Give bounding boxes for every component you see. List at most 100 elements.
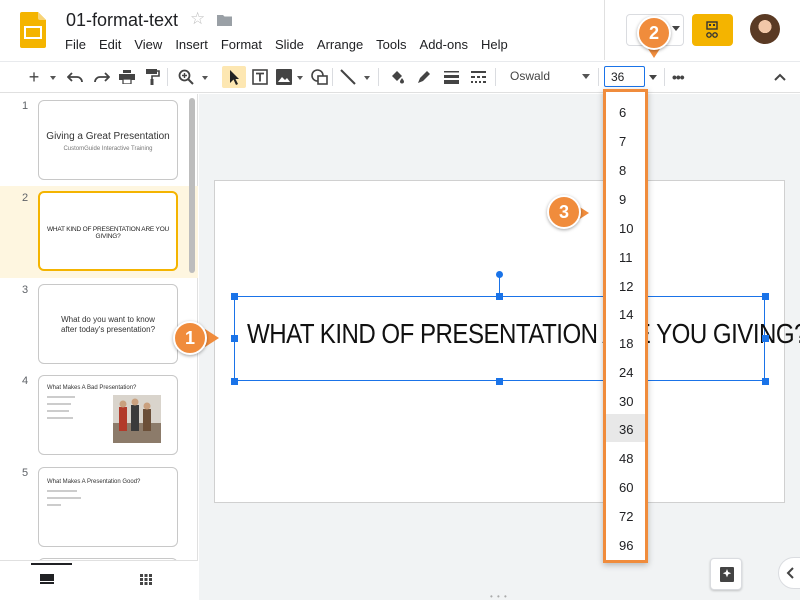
fill-color-icon[interactable] xyxy=(389,66,405,88)
slide-thumbnail-1[interactable]: Giving a Great Presentation CustomGuide … xyxy=(38,100,178,180)
thumbnail-bullet-line xyxy=(47,417,73,419)
text-box-icon[interactable] xyxy=(252,66,268,88)
slide-thumbnail-4[interactable]: What Makes A Bad Presentation? xyxy=(38,375,178,455)
image-dropdown-icon[interactable] xyxy=(297,76,303,80)
font-size-dropdown-icon[interactable] xyxy=(649,75,657,80)
toolbar-separator xyxy=(598,68,599,86)
slide-number: 4 xyxy=(22,375,29,387)
collapse-icon[interactable] xyxy=(774,67,786,87)
redo-icon[interactable] xyxy=(94,66,110,88)
font-size-option[interactable]: 8 xyxy=(606,155,645,183)
resize-handle-w[interactable] xyxy=(231,335,238,342)
thumbnail-bullet-line xyxy=(47,504,61,506)
menu-slide[interactable]: Slide xyxy=(275,37,304,52)
explore-button[interactable] xyxy=(710,558,742,590)
border-color-icon[interactable] xyxy=(417,66,431,88)
filmstrip-view-bar xyxy=(0,560,198,600)
slide-title-text[interactable]: WHAT KIND OF PRESENTATION ARE YOU GIVING… xyxy=(247,318,800,350)
select-icon[interactable] xyxy=(222,66,246,88)
chevron-left-icon xyxy=(786,567,794,579)
add-icon[interactable]: + xyxy=(26,66,42,88)
slide-thumbnail-3[interactable]: What do you want to know after today's p… xyxy=(38,284,178,364)
menu-add-ons[interactable]: Add-ons xyxy=(420,37,468,52)
resize-handle-se[interactable] xyxy=(762,378,769,385)
slide-number: 3 xyxy=(22,284,29,296)
resize-handle-n[interactable] xyxy=(496,293,503,300)
slides-logo-icon[interactable] xyxy=(20,12,46,48)
font-size-input[interactable]: 36 xyxy=(604,66,645,87)
thumbnail-title: WHAT KIND OF PRESENTATION ARE YOU GIVING… xyxy=(46,226,170,240)
slide-thumbnail-2[interactable]: WHAT KIND OF PRESENTATION ARE YOU GIVING… xyxy=(38,191,178,271)
share-icon xyxy=(706,21,718,38)
line-icon[interactable] xyxy=(340,66,356,88)
filmstrip-scrollbar[interactable] xyxy=(189,98,195,273)
menu-edit[interactable]: Edit xyxy=(99,37,121,52)
add-dropdown-icon[interactable] xyxy=(50,76,56,80)
font-size-option[interactable]: 14 xyxy=(606,299,645,327)
menu-insert[interactable]: Insert xyxy=(175,37,208,52)
resize-handle-s[interactable] xyxy=(496,378,503,385)
font-size-option[interactable]: 9 xyxy=(606,184,645,212)
font-size-option[interactable]: 6 xyxy=(606,97,645,125)
undo-icon[interactable] xyxy=(67,66,83,88)
font-dropdown-icon[interactable] xyxy=(582,74,590,79)
callout-badge-2: 2 xyxy=(637,16,671,50)
font-size-option[interactable]: 18 xyxy=(606,328,645,356)
menu-tools[interactable]: Tools xyxy=(376,37,406,52)
font-size-option[interactable]: 11 xyxy=(606,242,645,270)
font-family-select[interactable]: Oswald xyxy=(508,66,594,88)
shape-icon[interactable] xyxy=(311,66,329,88)
thumbnail-bullet-line xyxy=(47,490,77,492)
font-size-option[interactable]: 60 xyxy=(606,472,645,500)
resize-handle-e[interactable] xyxy=(762,335,769,342)
font-size-option[interactable]: 96 xyxy=(606,530,645,558)
menu-view[interactable]: View xyxy=(134,37,162,52)
print-icon[interactable] xyxy=(119,66,135,88)
user-avatar[interactable] xyxy=(750,14,780,44)
callout-badge-1: 1 xyxy=(173,321,207,355)
menu-arrange[interactable]: Arrange xyxy=(317,37,363,52)
menu-file[interactable]: File xyxy=(65,37,86,52)
filmstrip-view-icon[interactable] xyxy=(40,574,54,584)
image-icon[interactable] xyxy=(276,66,292,88)
paint-format-icon[interactable] xyxy=(146,66,160,88)
font-size-option[interactable]: 7 xyxy=(606,126,645,154)
font-size-dropdown: 6 7 8 9 10 11 12 14 18 24 30 36 48 60 72… xyxy=(603,89,648,563)
font-size-option[interactable]: 72 xyxy=(606,501,645,529)
star-icon[interactable]: ☆ xyxy=(190,9,205,29)
line-dropdown-icon[interactable] xyxy=(364,76,370,80)
menu-format[interactable]: Format xyxy=(221,37,262,52)
font-size-option[interactable]: 48 xyxy=(606,443,645,471)
document-title[interactable]: 01-format-text xyxy=(66,10,178,31)
resize-handle-nw[interactable] xyxy=(231,293,238,300)
speaker-notes-drag-handle[interactable]: • • • xyxy=(490,592,508,600)
folder-icon[interactable] xyxy=(217,14,232,26)
more-icon[interactable]: ••• xyxy=(672,69,685,85)
thumbnail-bullet-line xyxy=(47,497,81,499)
present-dropdown-icon[interactable] xyxy=(672,26,680,31)
callout-badge-3: 3 xyxy=(547,195,581,229)
border-weight-icon[interactable] xyxy=(444,66,459,88)
thumbnail-bullet-line xyxy=(47,403,71,405)
font-size-option[interactable]: 30 xyxy=(606,386,645,414)
thumbnail-bullet-line xyxy=(47,396,75,398)
grid-view-icon[interactable] xyxy=(140,574,152,585)
font-size-option[interactable]: 12 xyxy=(606,271,645,299)
toolbar-separator xyxy=(167,68,168,86)
slide-thumbnail-5[interactable]: What Makes A Presentation Good? xyxy=(38,467,178,547)
border-dash-icon[interactable] xyxy=(471,66,486,88)
menu-help[interactable]: Help xyxy=(481,37,508,52)
thumbnail-title: What Makes A Bad Presentation? xyxy=(47,385,137,391)
side-panel-toggle[interactable] xyxy=(778,557,800,589)
share-button[interactable] xyxy=(692,14,733,46)
font-size-option-selected[interactable]: 36 xyxy=(606,414,645,442)
font-size-option[interactable]: 24 xyxy=(606,357,645,385)
font-size-option[interactable]: 10 xyxy=(606,213,645,241)
resize-handle-ne[interactable] xyxy=(762,293,769,300)
active-view-indicator xyxy=(31,563,72,565)
resize-handle-sw[interactable] xyxy=(231,378,238,385)
zoom-dropdown-icon[interactable] xyxy=(202,76,208,80)
zoom-icon[interactable] xyxy=(178,66,194,88)
toolbar-separator xyxy=(332,68,333,86)
rotate-handle[interactable] xyxy=(496,271,503,278)
